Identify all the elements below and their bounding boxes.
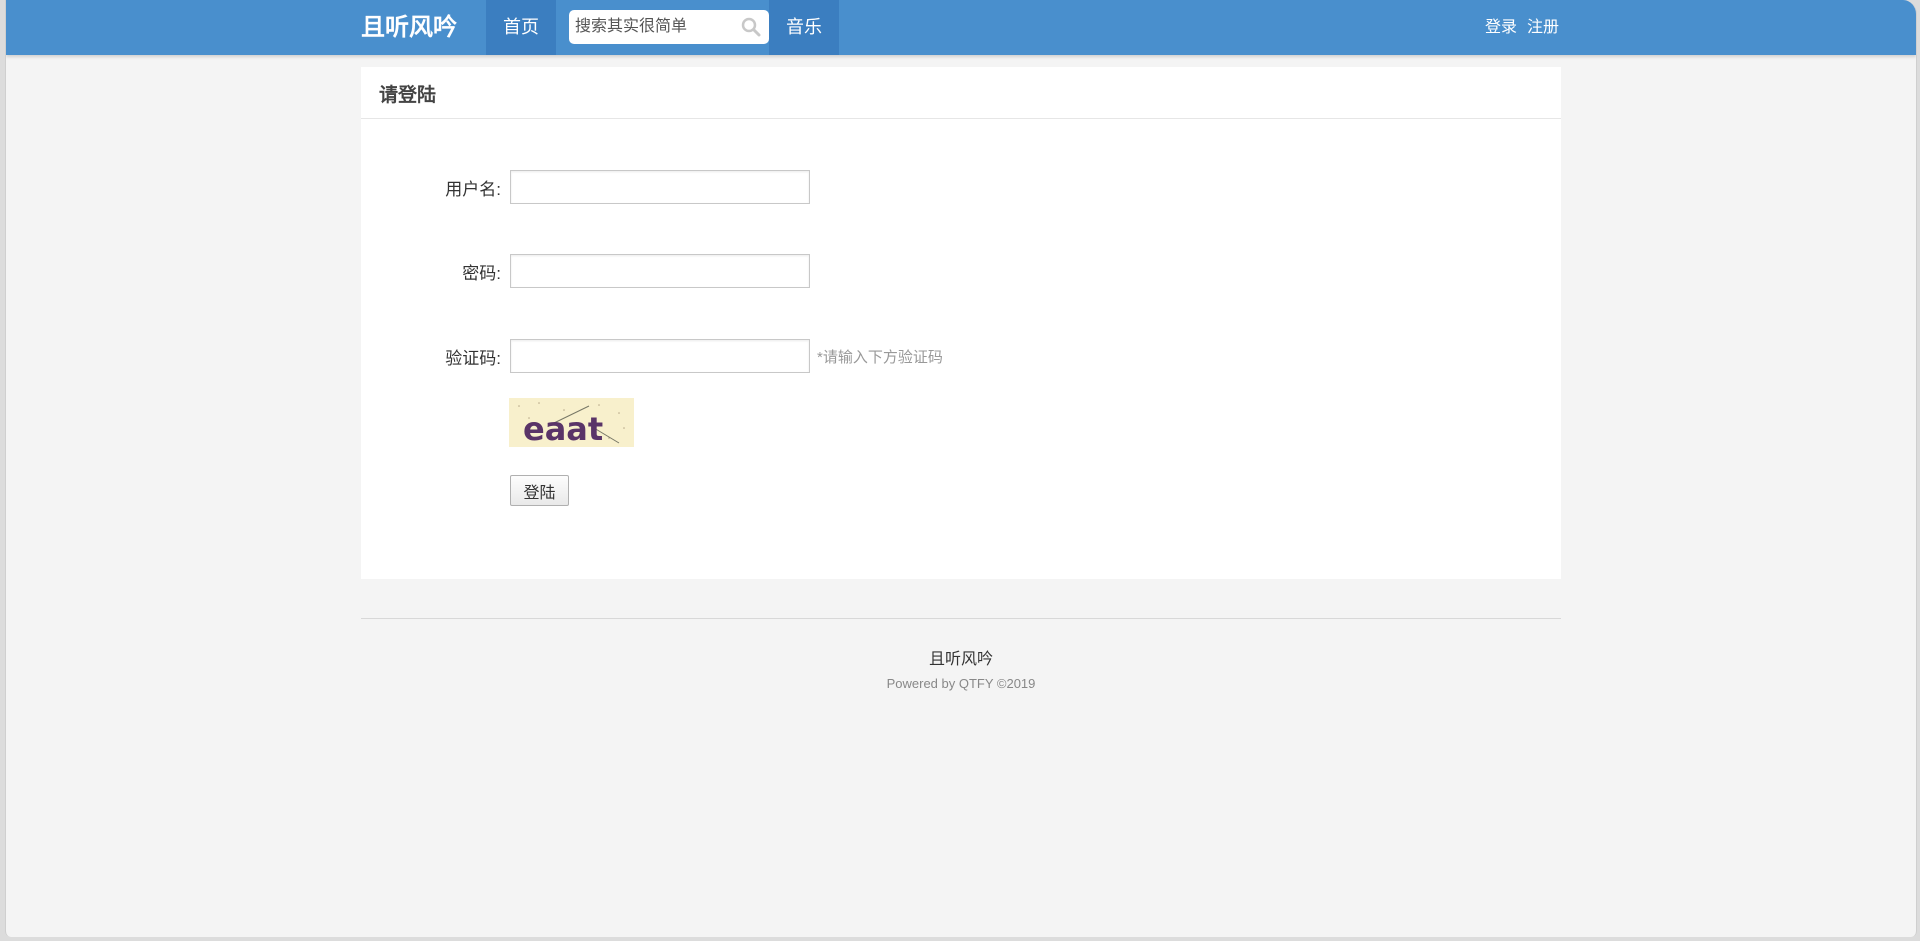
footer-site-name: 且听风吟 (928, 651, 993, 668)
panel-header: 请登陆 (361, 67, 1561, 119)
search-input[interactable] (569, 10, 741, 44)
username-input[interactable] (510, 170, 810, 204)
login-panel: 请登陆 用户名: 密码: 验证码: *请输入下方验证码 eaat 登陆 (361, 67, 1561, 579)
captcha-input[interactable] (510, 339, 810, 373)
username-label: 用户名: (445, 180, 501, 199)
register-link[interactable]: 注册 (1527, 0, 1559, 55)
footer-divider (361, 618, 1561, 619)
password-input[interactable] (510, 254, 810, 288)
footer-powered-by: Powered by QTFY ©2019 (886, 676, 1036, 691)
site-logo[interactable]: 且听风吟 (361, 0, 457, 55)
captcha-image[interactable]: eaat (509, 398, 634, 447)
captcha-hint: *请输入下方验证码 (817, 349, 943, 366)
panel-title: 请登陆 (379, 85, 437, 106)
captcha-label: 验证码: (445, 349, 501, 368)
search-box (569, 10, 769, 44)
browser-window: 且听风吟 首页 音乐 登录 注册 请登陆 用户名: 密码: 验证码: *请输入下… (5, 0, 1917, 937)
navbar: 且听风吟 首页 音乐 登录 注册 (6, 0, 1916, 55)
nav-music[interactable]: 音乐 (769, 0, 839, 55)
login-submit-button[interactable]: 登陆 (510, 475, 569, 506)
nav-home[interactable]: 首页 (486, 0, 556, 55)
captcha-text: eaat (523, 410, 603, 447)
search-icon[interactable] (741, 17, 761, 37)
password-label: 密码: (462, 264, 501, 283)
login-link[interactable]: 登录 (1485, 0, 1517, 55)
